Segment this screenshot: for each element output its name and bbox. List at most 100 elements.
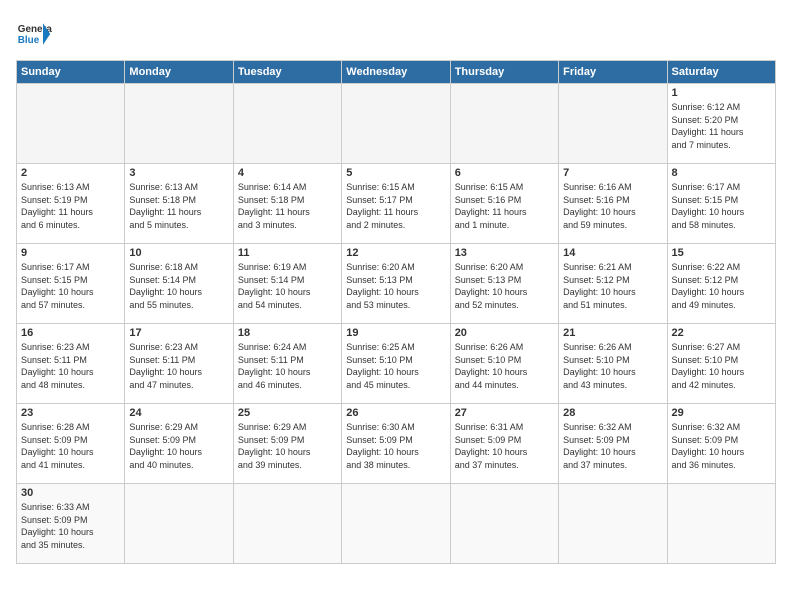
calendar-cell: 22Sunrise: 6:27 AM Sunset: 5:10 PM Dayli…	[667, 324, 775, 404]
calendar-cell: 8Sunrise: 6:17 AM Sunset: 5:15 PM Daylig…	[667, 164, 775, 244]
calendar-cell: 17 Sunrise: 6:23 AM Sunset: 5:11 PM Dayli…	[125, 324, 233, 404]
day-number: 25	[238, 407, 337, 419]
day-number: 30	[21, 487, 120, 499]
day-number: 2	[21, 167, 120, 179]
day-number: 28	[563, 407, 662, 419]
day-info: Sunrise: 6:16 AM Sunset: 5:16 PM Dayligh…	[563, 181, 662, 231]
day-info: Sunrise: 6:31 AM Sunset: 5:09 PM Dayligh…	[455, 421, 554, 471]
day-number: 26	[346, 407, 445, 419]
day-number: 11	[238, 247, 337, 259]
calendar-week-5: 30 Sunrise: 6:33 AM Sunset: 5:09 PM Dayli…	[17, 484, 776, 564]
day-info: Sunrise: 6:24 AM Sunset: 5:11 PM Dayligh…	[238, 341, 337, 391]
day-info: Sunrise: 6:20 AM Sunset: 5:13 PM Dayligh…	[455, 261, 554, 311]
header-cell-tuesday: Tuesday	[233, 61, 341, 84]
calendar-cell: 14 Sunrise: 6:21 AM Sunset: 5:12 PM Dayli…	[559, 244, 667, 324]
calendar-cell: 16Sunrise: 6:23 AM Sunset: 5:11 PM Dayli…	[17, 324, 125, 404]
svg-text:Blue: Blue	[18, 35, 40, 46]
calendar-cell: 26 Sunrise: 6:30 AM Sunset: 5:09 PM Dayli…	[342, 404, 450, 484]
header-cell-thursday: Thursday	[450, 61, 558, 84]
calendar-table: SundayMondayTuesdayWednesdayThursdayFrid…	[16, 60, 776, 564]
calendar-cell: 13 Sunrise: 6:20 AM Sunset: 5:13 PM Dayli…	[450, 244, 558, 324]
day-number: 13	[455, 247, 554, 259]
calendar-cell: 15 Sunrise: 6:22 AM Sunset: 5:12 PM Dayli…	[667, 244, 775, 324]
day-number: 23	[21, 407, 120, 419]
logo-icon: General Blue	[16, 16, 52, 52]
day-info: Sunrise: 6:32 AM Sunset: 5:09 PM Dayligh…	[563, 421, 662, 471]
day-info: Sunrise: 6:20 AM Sunset: 5:13 PM Dayligh…	[346, 261, 445, 311]
day-number: 10	[129, 247, 228, 259]
calendar-cell: 7 Sunrise: 6:16 AM Sunset: 5:16 PM Daylig…	[559, 164, 667, 244]
day-number: 15	[672, 247, 771, 259]
calendar-cell: 12 Sunrise: 6:20 AM Sunset: 5:13 PM Dayli…	[342, 244, 450, 324]
day-info: Sunrise: 6:18 AM Sunset: 5:14 PM Dayligh…	[129, 261, 228, 311]
day-info: Sunrise: 6:25 AM Sunset: 5:10 PM Dayligh…	[346, 341, 445, 391]
page-header: General Blue	[16, 16, 776, 52]
day-info: Sunrise: 6:15 AM Sunset: 5:16 PM Dayligh…	[455, 181, 554, 231]
calendar-cell	[342, 484, 450, 564]
day-info: Sunrise: 6:33 AM Sunset: 5:09 PM Dayligh…	[21, 501, 120, 551]
calendar-cell: 3 Sunrise: 6:13 AM Sunset: 5:18 PM Daylig…	[125, 164, 233, 244]
day-info: Sunrise: 6:19 AM Sunset: 5:14 PM Dayligh…	[238, 261, 337, 311]
day-info: Sunrise: 6:23 AM Sunset: 5:11 PM Dayligh…	[129, 341, 228, 391]
day-number: 27	[455, 407, 554, 419]
day-number: 24	[129, 407, 228, 419]
day-info: Sunrise: 6:29 AM Sunset: 5:09 PM Dayligh…	[129, 421, 228, 471]
calendar-cell	[125, 84, 233, 164]
day-number: 18	[238, 327, 337, 339]
calendar-cell: 5Sunrise: 6:15 AM Sunset: 5:17 PM Daylig…	[342, 164, 450, 244]
calendar-cell: 18 Sunrise: 6:24 AM Sunset: 5:11 PM Dayli…	[233, 324, 341, 404]
calendar-week-0: 1Sunrise: 6:12 AM Sunset: 5:20 PM Daylig…	[17, 84, 776, 164]
day-number: 3	[129, 167, 228, 179]
logo: General Blue	[16, 16, 52, 52]
calendar-cell	[17, 84, 125, 164]
calendar-cell	[559, 484, 667, 564]
calendar-cell: 27 Sunrise: 6:31 AM Sunset: 5:09 PM Dayli…	[450, 404, 558, 484]
day-info: Sunrise: 6:32 AM Sunset: 5:09 PM Dayligh…	[672, 421, 771, 471]
calendar-cell: 19 Sunrise: 6:25 AM Sunset: 5:10 PM Dayli…	[342, 324, 450, 404]
day-info: Sunrise: 6:29 AM Sunset: 5:09 PM Dayligh…	[238, 421, 337, 471]
header-cell-saturday: Saturday	[667, 61, 775, 84]
day-info: Sunrise: 6:17 AM Sunset: 5:15 PM Dayligh…	[672, 181, 771, 231]
calendar-week-1: 2Sunrise: 6:13 AM Sunset: 5:19 PM Daylig…	[17, 164, 776, 244]
day-number: 14	[563, 247, 662, 259]
day-info: Sunrise: 6:26 AM Sunset: 5:10 PM Dayligh…	[455, 341, 554, 391]
calendar-header-row: SundayMondayTuesdayWednesdayThursdayFrid…	[17, 61, 776, 84]
calendar-week-2: 9 Sunrise: 6:17 AM Sunset: 5:15 PM Daylig…	[17, 244, 776, 324]
day-info: Sunrise: 6:30 AM Sunset: 5:09 PM Dayligh…	[346, 421, 445, 471]
day-number: 12	[346, 247, 445, 259]
calendar-cell: 6 Sunrise: 6:15 AM Sunset: 5:16 PM Daylig…	[450, 164, 558, 244]
calendar-cell	[125, 484, 233, 564]
calendar-cell: 10 Sunrise: 6:18 AM Sunset: 5:14 PM Dayli…	[125, 244, 233, 324]
day-info: Sunrise: 6:26 AM Sunset: 5:10 PM Dayligh…	[563, 341, 662, 391]
day-number: 9	[21, 247, 120, 259]
calendar-cell	[342, 84, 450, 164]
calendar-week-3: 16 Sunrise: 6:23 AM Sunset: 5:11 PM Dayli…	[17, 324, 776, 404]
calendar-body: 1Sunrise: 6:12 AM Sunset: 5:20 PM Daylig…	[17, 84, 776, 564]
calendar-week-4: 23 Sunrise: 6:28 AM Sunset: 5:09 PM Dayli…	[17, 404, 776, 484]
day-number: 21	[563, 327, 662, 339]
day-info: Sunrise: 6:22 AM Sunset: 5:12 PM Dayligh…	[672, 261, 771, 311]
day-number: 19	[346, 327, 445, 339]
day-info: Sunrise: 6:12 AM Sunset: 5:20 PM Dayligh…	[672, 101, 771, 151]
day-number: 16	[21, 327, 120, 339]
calendar-cell: 1Sunrise: 6:12 AM Sunset: 5:20 PM Daylig…	[667, 84, 775, 164]
day-number: 6	[455, 167, 554, 179]
day-info: Sunrise: 6:13 AM Sunset: 5:18 PM Dayligh…	[129, 181, 228, 231]
day-number: 7	[563, 167, 662, 179]
day-info: Sunrise: 6:15 AM Sunset: 5:17 PM Dayligh…	[346, 181, 445, 231]
calendar-cell: 24 Sunrise: 6:29 AM Sunset: 5:09 PM Dayli…	[125, 404, 233, 484]
calendar-cell: 11 Sunrise: 6:19 AM Sunset: 5:14 PM Dayli…	[233, 244, 341, 324]
header-cell-friday: Friday	[559, 61, 667, 84]
day-info: Sunrise: 6:27 AM Sunset: 5:10 PM Dayligh…	[672, 341, 771, 391]
calendar-cell: 4Sunrise: 6:14 AM Sunset: 5:18 PM Daylig…	[233, 164, 341, 244]
day-info: Sunrise: 6:28 AM Sunset: 5:09 PM Dayligh…	[21, 421, 120, 471]
calendar-cell: 29Sunrise: 6:32 AM Sunset: 5:09 PM Dayli…	[667, 404, 775, 484]
calendar-cell: 25 Sunrise: 6:29 AM Sunset: 5:09 PM Dayli…	[233, 404, 341, 484]
day-info: Sunrise: 6:17 AM Sunset: 5:15 PM Dayligh…	[21, 261, 120, 311]
calendar-cell: 2Sunrise: 6:13 AM Sunset: 5:19 PM Daylig…	[17, 164, 125, 244]
calendar-cell	[450, 84, 558, 164]
day-number: 20	[455, 327, 554, 339]
calendar-cell: 28 Sunrise: 6:32 AM Sunset: 5:09 PM Dayli…	[559, 404, 667, 484]
day-info: Sunrise: 6:21 AM Sunset: 5:12 PM Dayligh…	[563, 261, 662, 311]
day-number: 17	[129, 327, 228, 339]
